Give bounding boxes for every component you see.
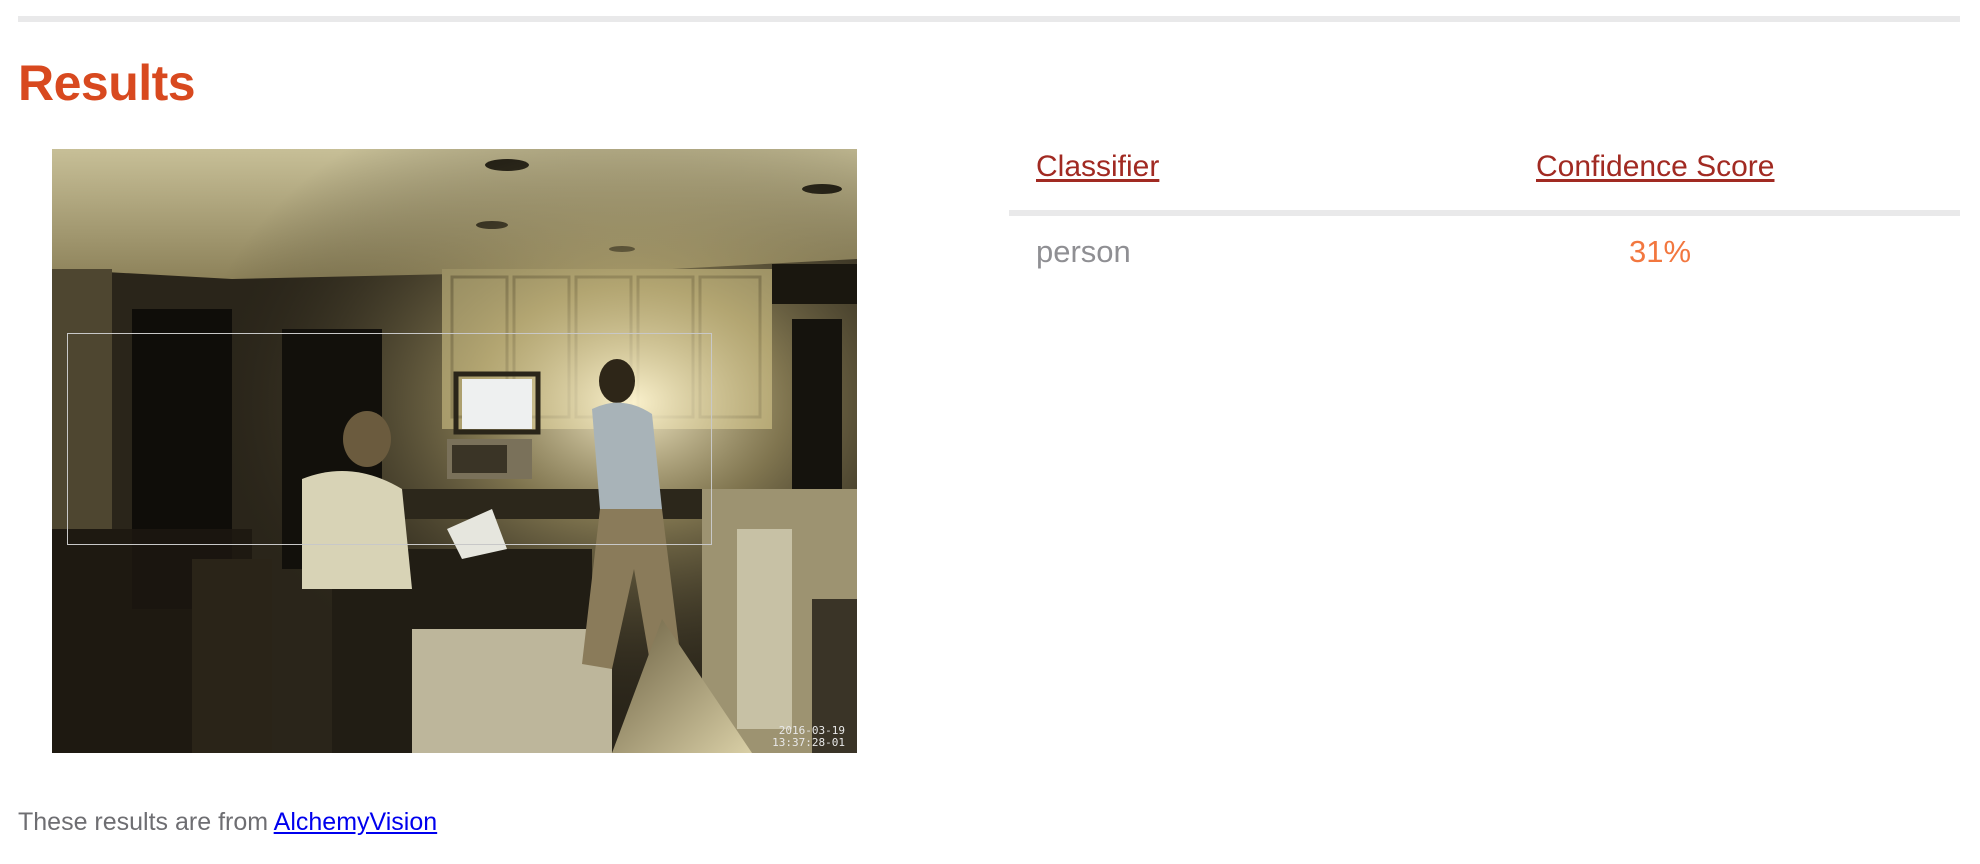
table-row: person 31% — [1009, 216, 1960, 286]
detection-bounding-box — [67, 333, 712, 545]
confidence-cell: 31% — [1628, 234, 1692, 269]
photo-timestamp: 2016-03-19 13:37:28-01 — [772, 725, 845, 749]
classifier-column-header[interactable]: Classifier — [1036, 150, 1159, 184]
source-prefix: These results are from — [18, 808, 274, 836]
results-table: Classifier Confidence Score person 31% — [1009, 140, 1960, 269]
confidence-column-header[interactable]: Confidence Score — [1536, 150, 1774, 184]
timestamp-time: 13:37:28-01 — [772, 736, 845, 749]
classifier-cell: person — [1036, 234, 1131, 269]
results-source-note: These results are from AlchemyVision — [18, 808, 437, 837]
results-page: Results 2016-03-19 13:37:28-01 Classifie… — [0, 0, 1980, 864]
alchemyvision-link[interactable]: AlchemyVision — [274, 808, 438, 836]
analyzed-photo: 2016-03-19 13:37:28-01 — [52, 149, 857, 753]
page-title: Results — [18, 55, 196, 111]
top-divider — [18, 16, 1960, 22]
table-header: Classifier Confidence Score — [1009, 140, 1960, 216]
